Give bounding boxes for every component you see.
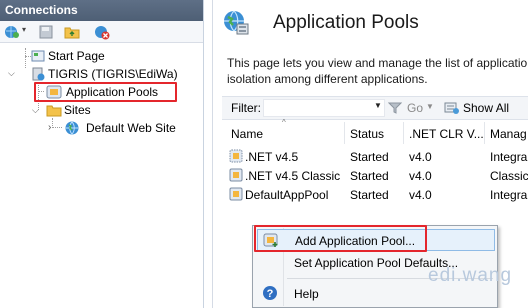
column-header-pipeline[interactable]: Manag (490, 127, 527, 141)
tree-label-server: TIGRIS (TIGRIS\EdiWa) (48, 67, 178, 81)
page-title: Application Pools (273, 12, 419, 33)
tree-label-sites: Sites (64, 103, 91, 117)
row-status: Started (350, 169, 389, 183)
funnel-icon (387, 101, 403, 118)
column-header-status[interactable]: Status (350, 127, 384, 141)
row-name: .NET v4.5 Classic (245, 169, 341, 183)
description-line-1: This page lets you view and manage the l… (227, 56, 528, 70)
up-folder-icon[interactable] (64, 24, 80, 40)
row-clr: v4.0 (409, 150, 432, 164)
row-pipeline: Integra (490, 188, 528, 202)
row-status: Started (350, 150, 389, 164)
app-pools-title-icon (222, 9, 250, 37)
row-name: .NET v4.5 (245, 150, 299, 164)
watermark: edi.wang (428, 265, 513, 286)
row-pipeline: Integra (490, 150, 528, 164)
row-clr: v4.0 (409, 188, 432, 202)
add-pool-highlight-box (254, 225, 427, 252)
expand-site-chevron-icon[interactable]: › (48, 122, 51, 133)
row-pipeline: Classic (490, 169, 528, 183)
tree-label-start-page: Start Page (48, 49, 105, 63)
column-header-clr[interactable]: .NET CLR V... (409, 127, 484, 141)
connections-toolbar: ▾ (0, 21, 203, 43)
row-name: DefaultAppPool (245, 188, 329, 202)
app-pool-icon (229, 187, 243, 201)
expand-server-chevron-icon[interactable]: ⌵ (8, 68, 15, 79)
go-label: Go (407, 101, 424, 115)
connections-header: Connections (0, 0, 203, 21)
row-status: Started (350, 188, 389, 202)
page-description: This page lets you view and manage the l… (227, 55, 527, 87)
connect-globe-icon[interactable] (4, 24, 20, 40)
connections-pane: Connections ▾ Start Page ⌵ TIGRIS (TIGRI… (0, 0, 204, 308)
start-page-icon (30, 48, 46, 64)
disconnect-icon[interactable] (94, 24, 110, 40)
app-pool-icon (229, 149, 243, 163)
server-icon (30, 66, 46, 82)
app-pools-highlight-box (34, 82, 177, 102)
tree-label-default-web-site: Default Web Site (86, 121, 176, 135)
menu-label-help: Help (294, 287, 319, 301)
row-clr: v4.0 (409, 169, 432, 183)
sort-ascending-icon: ^ (282, 118, 286, 127)
filter-input[interactable] (263, 99, 385, 117)
sites-folder-icon (46, 102, 62, 118)
globe-icon (64, 120, 80, 136)
help-icon: ? (262, 285, 278, 304)
column-header-name[interactable]: Name (231, 127, 263, 141)
app-pool-icon (229, 168, 243, 182)
description-line-2: isolation among different applications. (227, 72, 428, 86)
filter-dropdown-icon[interactable]: ▼ (374, 101, 382, 110)
expand-sites-chevron-icon[interactable]: ⌵ (32, 105, 39, 116)
svg-text:?: ? (267, 288, 274, 300)
show-all-label: Show All (463, 101, 510, 115)
go-dropdown-icon[interactable]: ▼ (426, 102, 434, 111)
save-icon[interactable] (38, 24, 54, 40)
pane-divider[interactable] (212, 0, 213, 308)
connect-dropdown-icon[interactable]: ▾ (22, 25, 26, 34)
filter-label: Filter: (231, 101, 261, 115)
show-all-icon (444, 101, 460, 119)
